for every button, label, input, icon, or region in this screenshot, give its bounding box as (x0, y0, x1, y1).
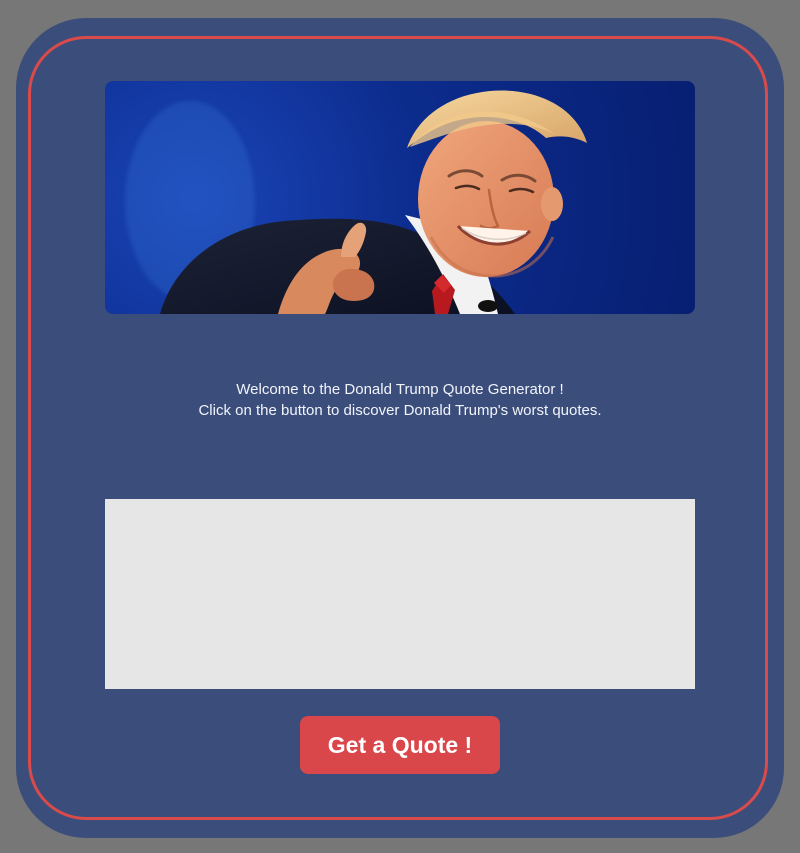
trump-portrait (160, 90, 587, 314)
hero-image (105, 81, 695, 314)
welcome-line-2: Click on the button to discover Donald T… (198, 402, 602, 419)
quote-display-box (105, 499, 695, 689)
welcome-line-1: Welcome to the Donald Trump Quote Genera… (236, 381, 564, 398)
get-quote-button[interactable]: Get a Quote ! (300, 716, 500, 774)
app-frame: Welcome to the Donald Trump Quote Genera… (16, 18, 784, 838)
welcome-message: Welcome to the Donald Trump Quote Genera… (16, 379, 784, 421)
